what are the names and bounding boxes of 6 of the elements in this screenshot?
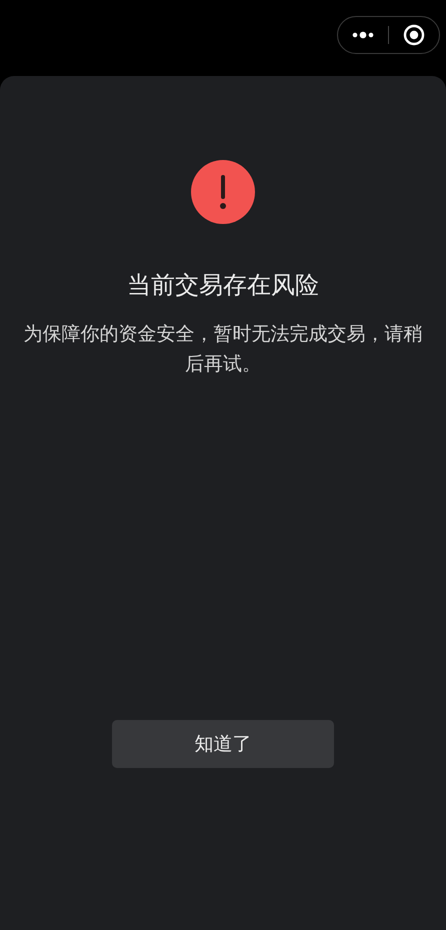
- target-icon: [403, 24, 425, 46]
- dialog-title: 当前交易存在风险: [127, 270, 319, 301]
- dialog-message: 为保障你的资金安全，暂时无法完成交易，请稍后再试。: [23, 322, 423, 377]
- warning-icon: [191, 160, 255, 224]
- acknowledge-button[interactable]: 知道了: [112, 720, 334, 768]
- more-icon: [352, 31, 374, 39]
